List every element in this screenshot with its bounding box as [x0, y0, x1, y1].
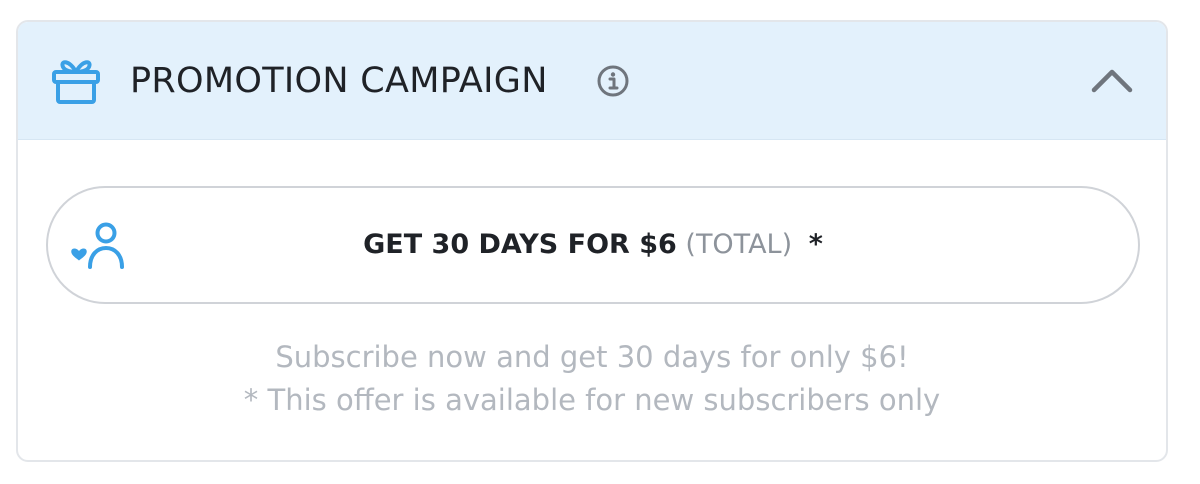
promotion-campaign-card: PROMOTION CAMPAIGN GET 30 DAYS FOR $6 (T…: [16, 20, 1168, 462]
info-icon[interactable]: [596, 64, 630, 98]
offer-sub-label: (TOTAL): [685, 229, 793, 260]
section-title: PROMOTION CAMPAIGN: [130, 61, 548, 101]
offer-button[interactable]: GET 30 DAYS FOR $6 (TOTAL) *: [46, 186, 1140, 304]
offer-footnote-marker: *: [808, 229, 823, 260]
offer-disclaimer: * This offer is available for new subscr…: [243, 383, 941, 417]
offer-label: GET 30 DAYS FOR $6 (TOTAL) *: [48, 188, 1138, 302]
offer-description: Subscribe now and get 30 days for only $…: [275, 340, 909, 374]
gift-icon: [52, 60, 100, 104]
promotion-campaign-header[interactable]: PROMOTION CAMPAIGN: [18, 22, 1166, 140]
chevron-up-icon[interactable]: [1090, 62, 1134, 96]
offer-main-label: GET 30 DAYS FOR $6: [363, 229, 677, 260]
